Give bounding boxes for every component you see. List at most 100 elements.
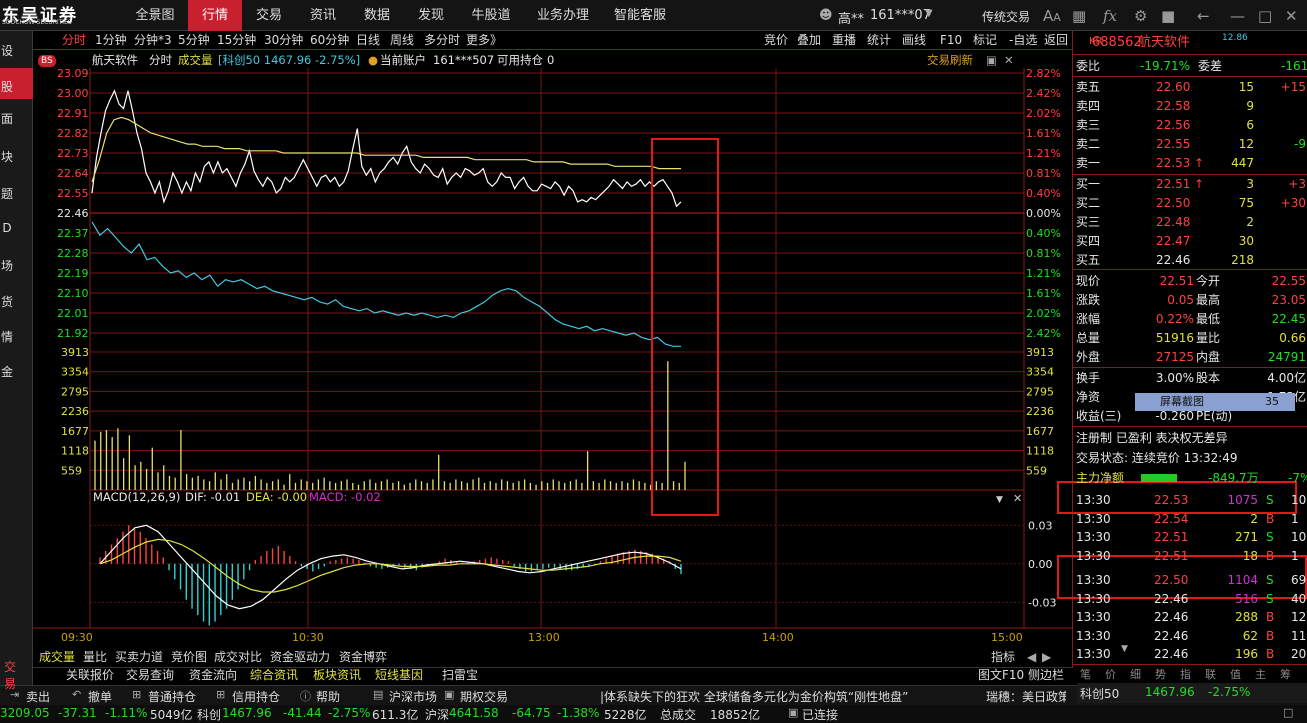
status-action-5[interactable]: 沪深市场: [389, 688, 437, 705]
lock-icon[interactable]: □: [1283, 706, 1293, 719]
menu-item-0[interactable]: 全景图: [131, 0, 179, 31]
tool-button-3[interactable]: 统计: [867, 31, 891, 49]
period-tab-5[interactable]: 30分钟: [264, 31, 303, 49]
user-name[interactable]: 高**: [838, 8, 864, 27]
grid-icon[interactable]: ▦: [1072, 7, 1086, 25]
status-action-3[interactable]: 信用持仓: [232, 688, 280, 705]
panel-tab-6[interactable]: 值: [1230, 666, 1241, 682]
menu-item-5[interactable]: 发现: [414, 0, 448, 31]
left-nav-item-0[interactable]: 设: [0, 42, 14, 59]
indicator-button[interactable]: 指标: [991, 648, 1015, 666]
tool-button-1[interactable]: 叠加: [797, 31, 821, 49]
left-nav-item-4[interactable]: 题: [0, 185, 14, 202]
chart-close-icon[interactable]: ✕: [1004, 53, 1014, 68]
news-ticker[interactable]: |体系缺失下的狂欢 全球储备多元化为金价构筑“刚性地盘”: [600, 688, 908, 705]
tool-button-6[interactable]: 标记: [973, 31, 997, 49]
period-tab-9[interactable]: 多分时: [424, 31, 460, 49]
left-nav-item-8[interactable]: 情: [0, 328, 14, 345]
status-action-2[interactable]: 普通持仓: [148, 688, 196, 705]
period-tab-3[interactable]: 5分钟: [178, 31, 210, 49]
bs-badge[interactable]: BS: [38, 55, 56, 67]
tool-button-4[interactable]: 画线: [902, 31, 926, 49]
tool-button-5[interactable]: F10: [940, 31, 962, 49]
price-chart[interactable]: 23.09 2.82% 23.00 2.42% 22.91 2.02% 22.82 1.61%…: [33, 68, 1072, 648]
minimize-icon[interactable]: —: [1230, 7, 1245, 25]
panel-tab-5[interactable]: 联: [1205, 666, 1216, 682]
status-action-6[interactable]: 期权交易: [460, 688, 508, 705]
maximize-icon[interactable]: □: [1258, 7, 1272, 25]
panel-tab-2[interactable]: 细: [1130, 666, 1141, 682]
panel-tab-7[interactable]: 主: [1255, 666, 1266, 682]
menu-item-3[interactable]: 资讯: [306, 0, 340, 31]
status-action-1[interactable]: 撤单: [88, 688, 112, 705]
chart-bottom-tab-4[interactable]: 成交对比: [214, 648, 262, 666]
tool-button-0[interactable]: 竞价: [764, 31, 788, 49]
user-icon[interactable]: ☻: [819, 8, 833, 23]
right-arrow-icon[interactable]: ▶: [1042, 648, 1051, 666]
account-id[interactable]: 161***07: [870, 8, 931, 23]
status-action-icon[interactable]: ▣: [444, 688, 454, 701]
left-nav-item-9[interactable]: 金: [0, 363, 14, 380]
left-nav-item-10[interactable]: 交易: [0, 658, 20, 692]
left-arrow-icon[interactable]: ◀: [1027, 648, 1036, 666]
side-tabs-label[interactable]: 图文F10 侧边栏: [978, 667, 1064, 684]
chart-bottom-tab-6[interactable]: 资金博弈: [339, 648, 387, 666]
left-nav-item-3[interactable]: 块: [0, 148, 14, 165]
tick-dropdown-icon[interactable]: ▼: [1121, 644, 1128, 654]
settings-box-icon[interactable]: ▣: [986, 53, 997, 68]
status-action-icon[interactable]: ⓘ: [300, 688, 311, 704]
menu-item-1[interactable]: 行情: [188, 0, 242, 31]
trade-refresh-link[interactable]: 交易刷新: [927, 53, 973, 68]
shirt-icon[interactable]: ■: [1161, 7, 1175, 25]
function-bar-item-6[interactable]: 扫雷宝: [442, 667, 478, 684]
panel-tab-3[interactable]: 势: [1155, 666, 1166, 682]
period-tab-4[interactable]: 15分钟: [217, 31, 256, 49]
status-action-icon[interactable]: ↶: [72, 688, 81, 701]
left-nav-item-1[interactable]: 股: [0, 78, 14, 95]
news-ticker-right[interactable]: 瑞穗：美日政策协调助日元成为，避险功能 料破150关关: [986, 688, 1066, 705]
chart-bottom-tab-0[interactable]: 成交量: [39, 648, 75, 666]
status-action-0[interactable]: 卖出: [26, 688, 50, 705]
menu-item-4[interactable]: 数据: [360, 0, 394, 31]
close-icon[interactable]: ✕: [1285, 7, 1298, 25]
left-nav-item-7[interactable]: 货: [0, 293, 14, 310]
function-bar-item-4[interactable]: 板块资讯: [313, 667, 361, 684]
chart-bottom-tab-5[interactable]: 资金驱动力: [270, 648, 330, 666]
period-tab-0[interactable]: 分时: [62, 31, 86, 49]
menu-item-7[interactable]: 业务办理: [532, 0, 594, 31]
gear-icon[interactable]: ⚙: [1134, 7, 1147, 25]
period-tab-7[interactable]: 日线: [356, 31, 380, 49]
menu-item-6[interactable]: 牛股道: [467, 0, 515, 31]
status-action-4[interactable]: 帮助: [316, 688, 340, 705]
tool-button-8[interactable]: 返回: [1044, 31, 1068, 49]
panel-tab-4[interactable]: 指: [1180, 666, 1191, 682]
menu-item-8[interactable]: 智能客服: [609, 0, 671, 31]
tool-button-7[interactable]: -自选: [1009, 31, 1037, 49]
function-bar-item-1[interactable]: 交易查询: [126, 667, 174, 684]
tool-button-2[interactable]: 重播: [832, 31, 856, 49]
function-bar-item-5[interactable]: 短线基因: [375, 667, 423, 684]
period-tab-1[interactable]: 1分钟: [95, 31, 127, 49]
font-size-icon[interactable]: AA: [1043, 7, 1061, 25]
panel-tab-1[interactable]: 价: [1105, 666, 1116, 682]
left-nav-item-5[interactable]: D: [0, 221, 14, 235]
screenshot-popup-label[interactable]: 屏幕截图: [1160, 394, 1204, 410]
menu-item-2[interactable]: 交易: [252, 0, 286, 31]
function-bar-item-0[interactable]: 关联报价: [66, 667, 114, 684]
chart-bottom-tab-2[interactable]: 买卖力道: [115, 648, 163, 666]
chevron-down-icon[interactable]: ▼: [925, 8, 933, 19]
status-action-icon[interactable]: ⇥: [10, 688, 19, 701]
status-action-icon[interactable]: ⊞: [216, 688, 225, 701]
left-nav-item-6[interactable]: 场: [0, 257, 14, 274]
period-tab-10[interactable]: 更多》: [466, 31, 502, 49]
period-tab-6[interactable]: 60分钟: [310, 31, 349, 49]
panel-tab-8[interactable]: 筹: [1280, 666, 1291, 682]
panel-tab-0[interactable]: 笔: [1080, 666, 1091, 682]
status-action-icon[interactable]: ▤: [373, 688, 383, 701]
formula-icon[interactable]: fx: [1103, 7, 1117, 25]
chart-bottom-tab-3[interactable]: 竞价图: [171, 648, 207, 666]
status-action-icon[interactable]: ⊞: [132, 688, 141, 701]
back-icon[interactable]: ←: [1197, 7, 1210, 25]
period-tab-8[interactable]: 周线: [390, 31, 414, 49]
period-tab-2[interactable]: 分钟*3: [134, 31, 172, 49]
